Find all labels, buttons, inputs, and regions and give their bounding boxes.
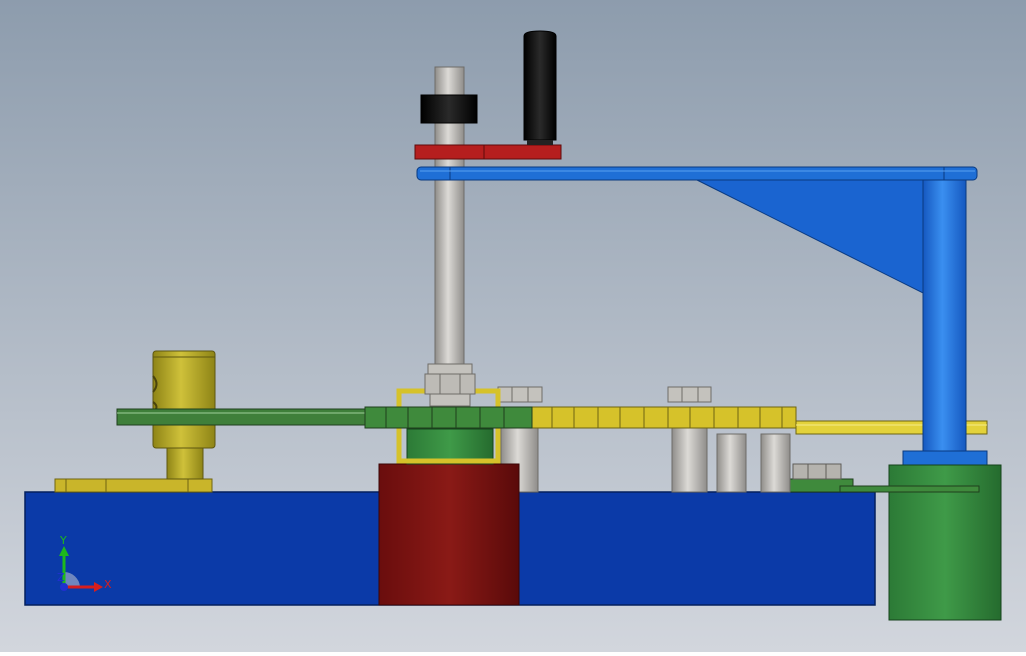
shaft-collar[interactable] <box>420 94 478 124</box>
green-linkage-strip[interactable] <box>116 408 378 426</box>
upper-blue-arm[interactable] <box>416 166 978 181</box>
x-axis-label: X <box>104 578 112 591</box>
motor-bracket-arm[interactable] <box>839 485 980 493</box>
blue-support-column[interactable] <box>922 179 967 452</box>
left-potentiometer[interactable] <box>152 350 216 449</box>
z-axis-label: Z <box>57 571 65 584</box>
y-axis-label: Y <box>59 534 67 547</box>
z-axis-icon <box>60 583 68 591</box>
shaft-nut[interactable] <box>424 373 476 395</box>
shaft-spacer[interactable] <box>429 393 471 407</box>
shaft-washer[interactable] <box>427 363 473 375</box>
standoff-3[interactable] <box>716 433 747 493</box>
model-view-svg: Y X Z <box>0 0 1026 652</box>
standoff-2[interactable] <box>671 424 708 493</box>
cad-viewport[interactable]: Y X Z <box>0 0 1026 652</box>
standoff-1-nut[interactable] <box>497 386 543 403</box>
standoff-4[interactable] <box>760 433 791 493</box>
standoff-2-nut[interactable] <box>667 386 712 403</box>
green-gear[interactable] <box>364 406 533 429</box>
bracket-nut[interactable] <box>792 463 842 480</box>
red-crank-bar[interactable] <box>414 144 562 160</box>
left-motor[interactable] <box>378 463 520 606</box>
column-collar[interactable] <box>902 450 988 466</box>
gear-train[interactable] <box>529 406 797 429</box>
knob-base <box>527 140 553 145</box>
pot-lower-body[interactable] <box>166 447 204 480</box>
crank-handle-knob[interactable] <box>523 30 557 141</box>
